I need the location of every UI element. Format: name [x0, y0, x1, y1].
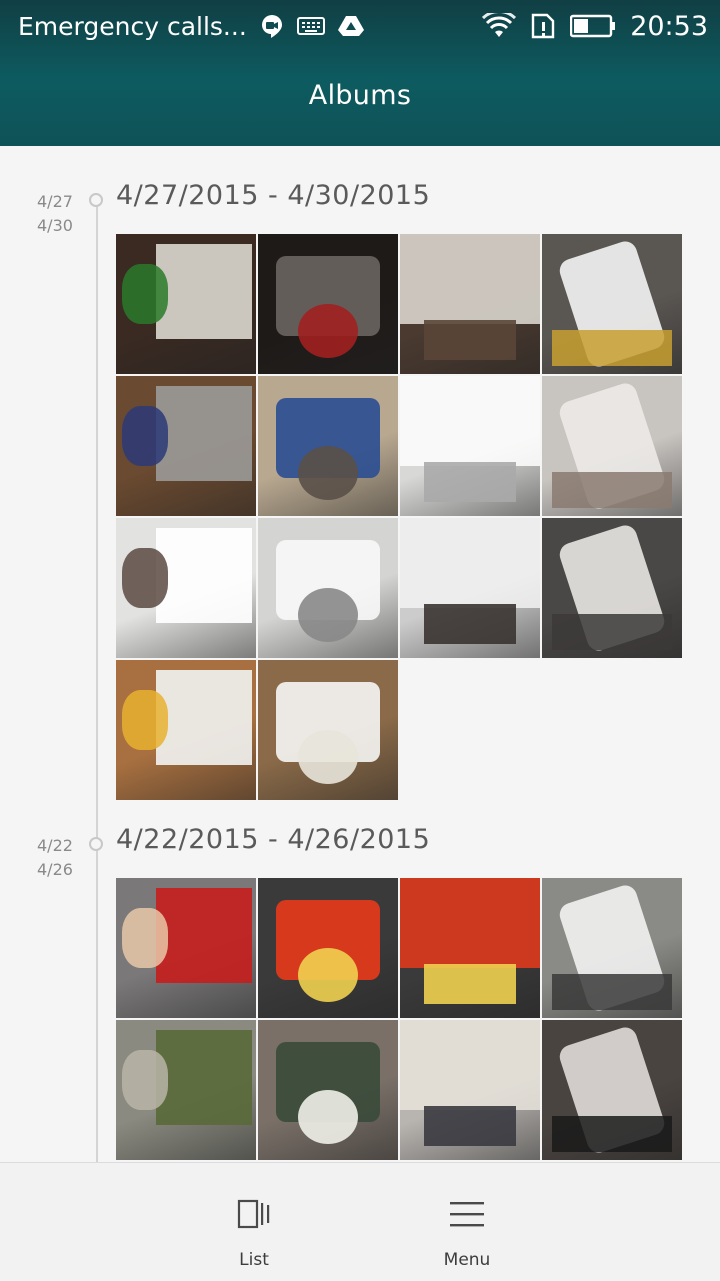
- photo-detail: [424, 320, 516, 360]
- photo-thumbnail[interactable]: [258, 878, 398, 1018]
- group-title[interactable]: 4/27/2015 - 4/30/2015: [116, 180, 430, 211]
- photo-detail: [298, 948, 358, 1002]
- photo-thumbnail[interactable]: [400, 376, 540, 516]
- list-view-icon: [237, 1197, 271, 1231]
- photo-detail: [400, 1020, 540, 1110]
- sim-alert-icon: [530, 13, 556, 39]
- photo-detail: [156, 888, 252, 983]
- photo-thumbnail[interactable]: [400, 234, 540, 374]
- photo-detail: [400, 234, 540, 324]
- photo-thumbnail[interactable]: [542, 1020, 682, 1160]
- photo-thumbnail[interactable]: [116, 234, 256, 374]
- top-bar: Emergency calls... 20:53 Albums: [0, 0, 720, 146]
- hangouts-icon: [259, 13, 285, 39]
- photo-thumbnail[interactable]: [258, 518, 398, 658]
- list-label: List: [239, 1250, 269, 1270]
- photo-thumbnail[interactable]: [258, 234, 398, 374]
- status-bar-left: Emergency calls...: [18, 8, 365, 44]
- photo-thumbnail[interactable]: [542, 234, 682, 374]
- photo-detail: [156, 386, 252, 481]
- group-date-range-short: 4/27 4/30: [37, 190, 73, 238]
- bottom-toolbar: List Menu: [0, 1162, 720, 1281]
- photo-thumbnail[interactable]: [542, 878, 682, 1018]
- photo-detail: [552, 330, 672, 366]
- photo-thumbnail[interactable]: [116, 660, 256, 800]
- photo-detail: [552, 472, 672, 508]
- photo-detail: [552, 1116, 672, 1152]
- photo-detail: [122, 1050, 168, 1110]
- photo-thumbnail[interactable]: [542, 376, 682, 516]
- status-time: 20:53: [630, 10, 708, 42]
- wifi-icon: [482, 13, 517, 39]
- group-start-date: 4/22: [37, 836, 73, 855]
- carrier-text: Emergency calls...: [18, 11, 247, 41]
- albums-timeline[interactable]: 4/27 4/30 4/27/2015 - 4/30/2015 4/22 4/2…: [0, 146, 720, 1162]
- photo-detail: [122, 406, 168, 466]
- photo-detail: [156, 670, 252, 765]
- photo-thumbnail[interactable]: [258, 660, 398, 800]
- photo-detail: [552, 614, 672, 650]
- menu-label: Menu: [443, 1250, 491, 1270]
- menu-icon: [449, 1197, 485, 1231]
- group-date-range-short: 4/22 4/26: [37, 834, 73, 882]
- timeline-line: [96, 204, 98, 1162]
- photo-thumbnail[interactable]: [400, 518, 540, 658]
- group-start-date: 4/27: [37, 192, 73, 211]
- photo-detail: [298, 1090, 358, 1144]
- battery-icon: [570, 14, 616, 38]
- photo-thumbnail[interactable]: [116, 518, 256, 658]
- group-title[interactable]: 4/22/2015 - 4/26/2015: [116, 824, 430, 855]
- photo-detail: [400, 878, 540, 968]
- photo-thumbnail[interactable]: [400, 1020, 540, 1160]
- photo-grid: [116, 234, 684, 800]
- photo-thumbnail[interactable]: [258, 1020, 398, 1160]
- group-end-date: 4/30: [37, 216, 73, 235]
- photo-detail: [122, 908, 168, 968]
- timeline-dot: [89, 193, 103, 207]
- photo-grid: [116, 878, 684, 1160]
- photo-detail: [156, 528, 252, 623]
- photo-detail: [122, 548, 168, 608]
- photo-detail: [156, 244, 252, 339]
- photo-detail: [298, 730, 358, 784]
- photo-detail: [424, 964, 516, 1004]
- photo-thumbnail[interactable]: [258, 376, 398, 516]
- photo-detail: [298, 588, 358, 642]
- photo-detail: [424, 1106, 516, 1146]
- list-button[interactable]: List: [184, 1163, 324, 1281]
- photo-detail: [424, 604, 516, 644]
- photo-detail: [298, 446, 358, 500]
- menu-button[interactable]: Menu: [397, 1163, 537, 1281]
- photo-detail: [400, 376, 540, 466]
- photo-detail: [156, 1030, 252, 1125]
- photo-detail: [122, 690, 168, 750]
- status-bar-right: 20:53: [482, 8, 708, 44]
- photo-detail: [298, 304, 358, 358]
- timeline-dot: [89, 837, 103, 851]
- photo-detail: [552, 974, 672, 1010]
- drive-icon: [337, 14, 365, 38]
- group-end-date: 4/26: [37, 860, 73, 879]
- photo-thumbnail[interactable]: [542, 518, 682, 658]
- photo-detail: [424, 462, 516, 502]
- photo-thumbnail[interactable]: [116, 376, 256, 516]
- photo-thumbnail[interactable]: [400, 878, 540, 1018]
- page-title: Albums: [308, 80, 412, 111]
- photo-detail: [122, 264, 168, 324]
- photo-thumbnail[interactable]: [116, 1020, 256, 1160]
- photo-thumbnail[interactable]: [116, 878, 256, 1018]
- keyboard-icon: [296, 15, 325, 37]
- photo-detail: [400, 518, 540, 608]
